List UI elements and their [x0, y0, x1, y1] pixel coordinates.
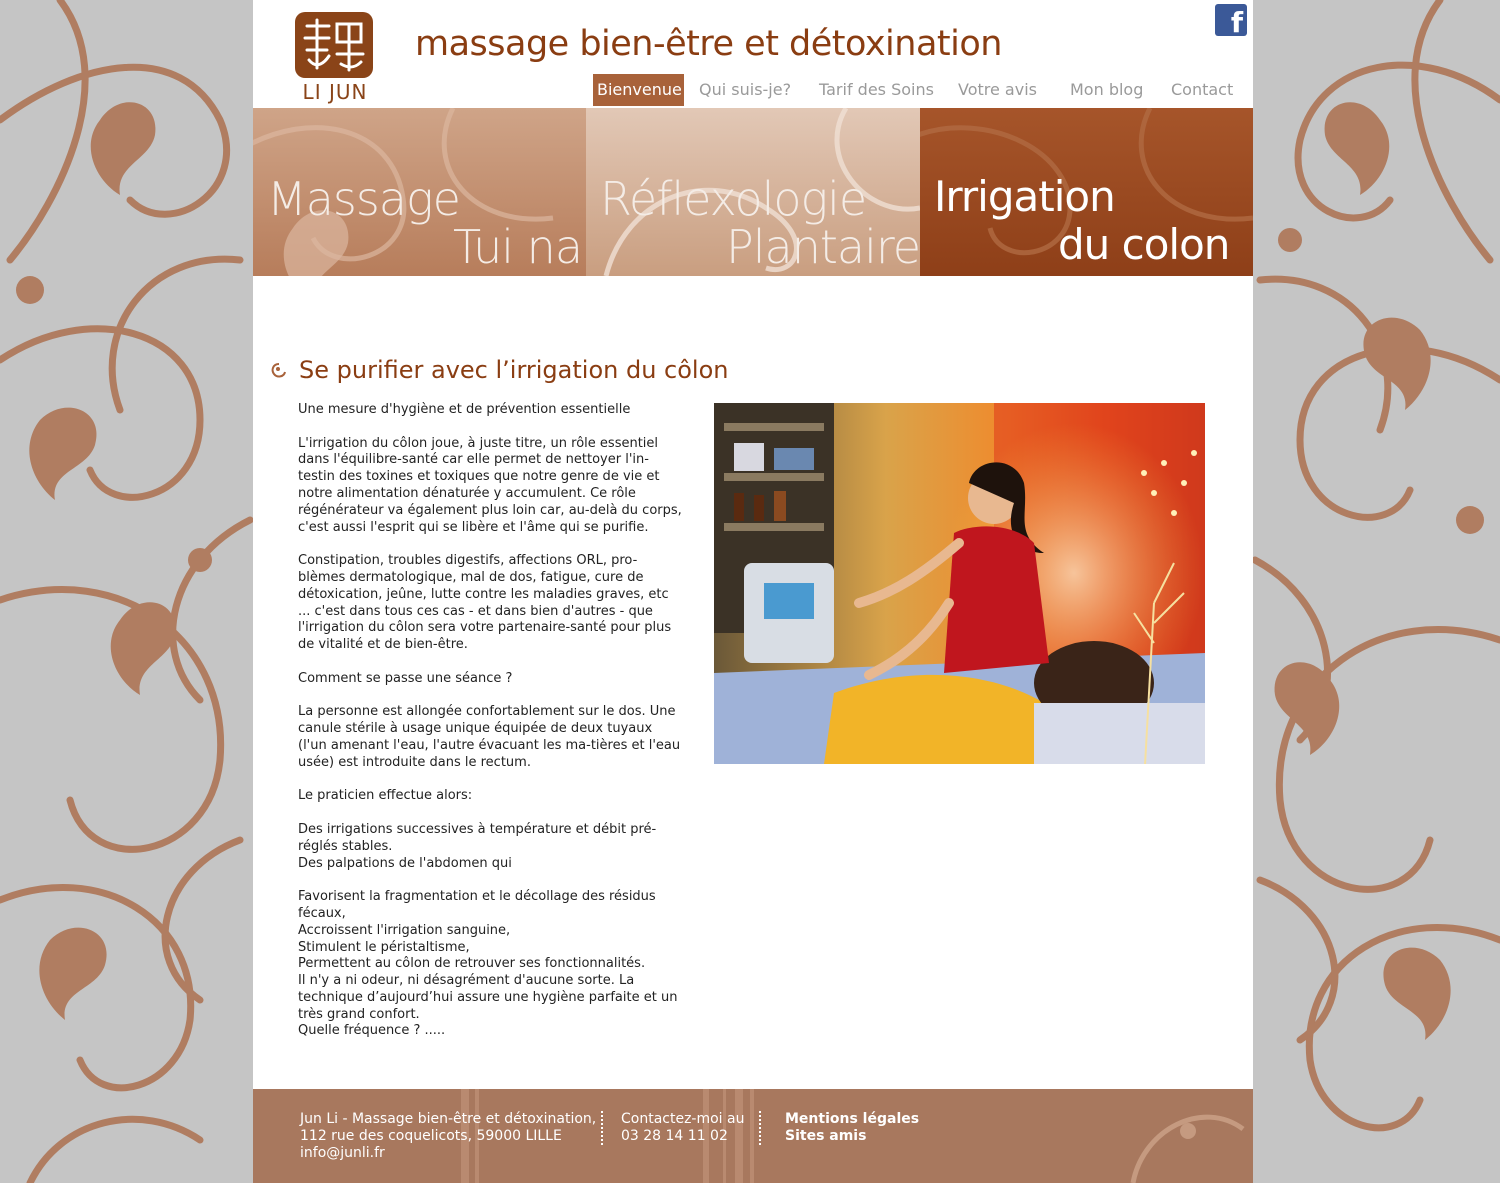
banner-title-line2: du colon — [1058, 220, 1230, 269]
paragraph: Des irrigations successives à températur… — [298, 821, 657, 871]
nav-item-tarif-des-soins[interactable]: Tarif des Soins — [815, 74, 938, 106]
nav-item-mon-blog[interactable]: Mon blog — [1066, 74, 1147, 106]
footer-email[interactable]: info@junli.fr — [300, 1145, 596, 1162]
footer-links: Mentions légales Sites amis — [785, 1111, 919, 1145]
footer-contact-label: Contactez-moi au — [621, 1111, 745, 1127]
footer-address: Jun Li - Massage bien-être et détoxinati… — [300, 1111, 596, 1162]
footer-phone: 03 28 14 11 02 — [621, 1128, 728, 1144]
page-container: LI JUN massage bien-être et détoxination… — [253, 0, 1253, 1183]
swirl-bullet-icon — [271, 363, 286, 378]
facebook-icon[interactable]: f — [1215, 4, 1247, 36]
paragraph: Constipation, troubles digestifs, affect… — [298, 553, 672, 653]
footer-divider — [759, 1111, 763, 1145]
nav-item-votre-avis[interactable]: Votre avis — [954, 74, 1041, 106]
banner-panel-massage-tui-na[interactable]: Massage Tui na — [253, 108, 586, 276]
footer-divider — [601, 1111, 605, 1145]
footer-address-line1: Jun Li - Massage bien-être et détoxinati… — [300, 1111, 597, 1127]
content-body: Une mesure d'hygiène et de prévention es… — [298, 402, 683, 1040]
paragraph: L'irrigation du côlon joue, à juste titr… — [298, 435, 682, 535]
banner-title-line2: Plantaire — [726, 220, 920, 274]
paragraph: Favorisent la fragmentation et le décoll… — [298, 889, 678, 1039]
footer-swirl-decoration — [1130, 1114, 1245, 1183]
footer-stripe — [750, 1089, 754, 1183]
logo-text: LI JUN — [302, 80, 368, 104]
banner-panel-reflexologie-plantaire[interactable]: Réflexologie Plantaire — [586, 108, 920, 276]
footer-contact: Contactez-moi au 03 28 14 11 02 — [621, 1111, 744, 1145]
footer: Jun Li - Massage bien-être et détoxinati… — [253, 1089, 1253, 1183]
sites-amis-link[interactable]: Sites amis — [785, 1128, 919, 1145]
banner-panel-irrigation-du-colon[interactable]: Irrigation du colon — [920, 108, 1253, 276]
banner-title-line1: Massage — [267, 172, 461, 226]
content-title: Se purifier avec l’irrigation du côlon — [299, 356, 729, 384]
paragraph: La personne est allongée confortablement… — [298, 704, 681, 770]
site-title: massage bien-être et détoxination — [415, 24, 1002, 64]
site-logo[interactable]: LI JUN — [295, 12, 375, 104]
nav-item-qui-suis-je[interactable]: Qui suis-je? — [695, 74, 795, 106]
paragraph: Le praticien effectue alors: — [298, 788, 473, 804]
nav-item-contact[interactable]: Contact — [1167, 74, 1237, 106]
banner-title-line1: Irrigation — [934, 172, 1116, 221]
footer-address-line2: 112 rue des coquelicots, 59000 LILLE — [300, 1128, 562, 1144]
logo-seal — [295, 12, 373, 78]
nav-item-bienvenue[interactable]: Bienvenue — [593, 74, 684, 106]
treatment-photo — [714, 403, 1205, 764]
mentions-legales-link[interactable]: Mentions légales — [785, 1111, 919, 1128]
services-banner: Massage Tui na Réflexologie Plantaire Ir… — [253, 108, 1253, 276]
paragraph: Une mesure d'hygiène et de prévention es… — [298, 402, 631, 417]
banner-title-line1: Réflexologie — [600, 172, 867, 226]
paragraph: Comment se passe une séance ? — [298, 670, 513, 686]
banner-title-line2: Tui na — [453, 220, 583, 274]
